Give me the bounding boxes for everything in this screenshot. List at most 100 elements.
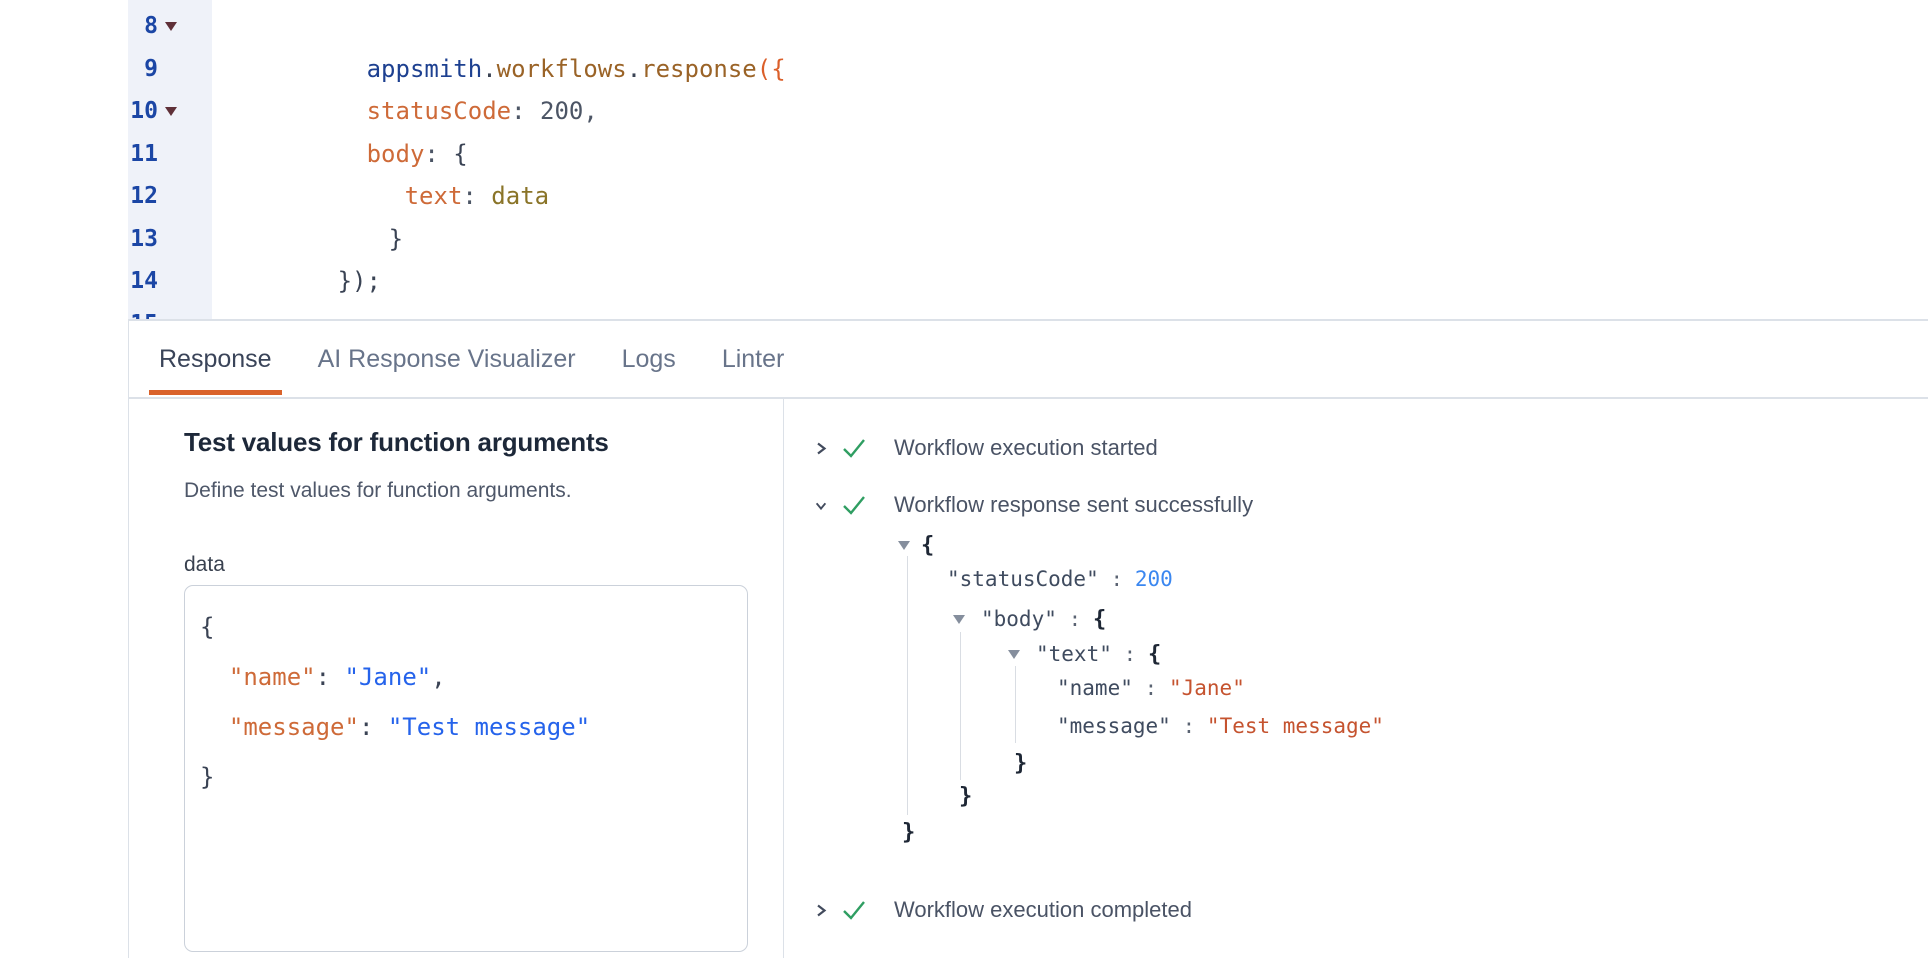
json-token [200,663,229,691]
active-tab-indicator [149,390,282,395]
gutter-row: 10 [128,90,212,133]
tab-ai-response-visualizer[interactable]: AI Response Visualizer [318,321,576,397]
json-token: : [359,713,388,741]
event-row-execution-started[interactable]: Workflow execution started [784,433,1928,463]
code-line[interactable]: }); [222,218,1928,261]
tree-separator: : [1133,676,1169,700]
code-token: } [389,225,403,253]
chevron-right-icon[interactable] [814,440,828,457]
json-token: } [200,763,214,791]
code-line[interactable] [222,303,1928,320]
code-token: }); [338,267,381,295]
tree-row-close: } [902,817,915,847]
execution-log-panel: Workflow execution started Workflow resp… [784,399,1928,958]
tab-label: AI Response Visualizer [318,345,576,374]
code-token: body [367,140,425,168]
tab-response[interactable]: Response [159,321,272,397]
tree-row-body: "body" : { [953,604,1106,634]
code-token: data [491,182,549,210]
tree-separator: : [1112,642,1148,666]
chevron-down-icon[interactable] [814,497,828,514]
line-number: 8 [128,13,158,39]
test-values-panel: Test values for function arguments Defin… [129,399,784,958]
tree-separator: : [1099,567,1135,591]
json-token: "Test message" [388,713,590,741]
code-token: : [424,140,453,168]
tree-row-message: "message" : "Test message" [1057,711,1384,741]
code-line[interactable] [222,260,1928,303]
chevron-right-icon[interactable] [814,902,828,919]
code-token: appsmith [367,55,483,83]
gutter-row: 14 [128,260,212,303]
tree-guide-line [907,556,908,815]
tree-brace: { [1093,607,1106,632]
code-area[interactable]: appsmith.workflows.response({ statusCode… [222,5,1928,319]
workflow-editor-screen: 8 9 10 11 12 13 [0,0,1928,958]
tree-separator: : [1171,714,1207,738]
response-panes: Test values for function arguments Defin… [129,399,1928,958]
gutter-row: 9 [128,48,212,91]
fold-spacer [165,234,178,243]
line-number: 12 [128,183,158,209]
code-fold-icon[interactable] [165,107,177,116]
code-line[interactable]: appsmith.workflows.response({ [222,5,1928,48]
panel-title: Test values for function arguments [184,428,783,456]
gutter-row: 8 [128,5,212,48]
collapse-triangle-icon[interactable] [1008,650,1020,659]
event-row-execution-completed[interactable]: Workflow execution completed [784,895,1928,925]
collapse-triangle-icon[interactable] [953,615,965,624]
tree-row-text: "text" : { [1008,639,1161,669]
tree-guide-line [1015,666,1016,743]
code-token: response [641,55,757,83]
panel-description: Define test values for function argument… [184,479,783,502]
gutter-row: 15 [128,303,212,320]
code-line[interactable]: text: data [222,133,1928,176]
json-line: } [200,752,747,802]
event-row-response-sent[interactable]: Workflow response sent successfully [784,490,1928,520]
code-token: , [583,97,597,125]
tab-logs[interactable]: Logs [622,321,676,397]
success-check-icon [841,899,867,921]
event-label: Workflow execution completed [894,897,1192,923]
tree-brace: { [921,533,934,558]
gutter-row: 12 [128,175,212,218]
code-token: workflows [497,55,627,83]
line-number: 9 [128,56,158,82]
code-token: ( [757,55,771,83]
tree-string-value: "Test message" [1207,714,1384,738]
fold-spacer [165,64,178,73]
code-token: : [511,97,540,125]
tree-number-value: 200 [1135,567,1173,591]
tree-guide-line [960,632,961,780]
code-token: { [453,140,467,168]
line-number: 11 [128,141,158,167]
tree-key: "statusCode" [947,567,1099,591]
tree-key: "text" [1036,642,1112,666]
success-check-icon [841,494,867,516]
json-token: "Jane" [345,663,432,691]
code-token: text [405,182,463,210]
code-fold-icon[interactable] [165,22,177,31]
tree-key: "name" [1057,676,1133,700]
line-number: 10 [128,98,158,124]
tab-label: Linter [722,345,785,374]
event-label: Workflow response sent successfully [894,492,1253,518]
code-editor[interactable]: 8 9 10 11 12 13 [128,0,1928,319]
tree-brace: { [1148,642,1161,667]
tree-row-close: } [1014,748,1027,778]
json-line: "message": "Test message" [200,702,747,752]
response-tab-bar: Response AI Response Visualizer Logs Lin… [129,321,1928,399]
tree-brace: } [959,784,972,809]
code-token: { [771,55,785,83]
bottom-panel: Response AI Response Visualizer Logs Lin… [128,319,1928,958]
tab-label: Logs [622,345,676,374]
tree-row-name: "name" : "Jane" [1057,673,1245,703]
json-line: { [200,602,747,652]
tree-key: "body" [981,607,1057,631]
json-token: , [431,663,445,691]
collapse-triangle-icon[interactable] [898,541,910,550]
data-field-input[interactable]: { "name": "Jane", "message": "Test messa… [184,585,748,952]
tab-linter[interactable]: Linter [722,321,785,397]
fold-spacer [165,277,178,286]
gutter-row: 13 [128,218,212,261]
